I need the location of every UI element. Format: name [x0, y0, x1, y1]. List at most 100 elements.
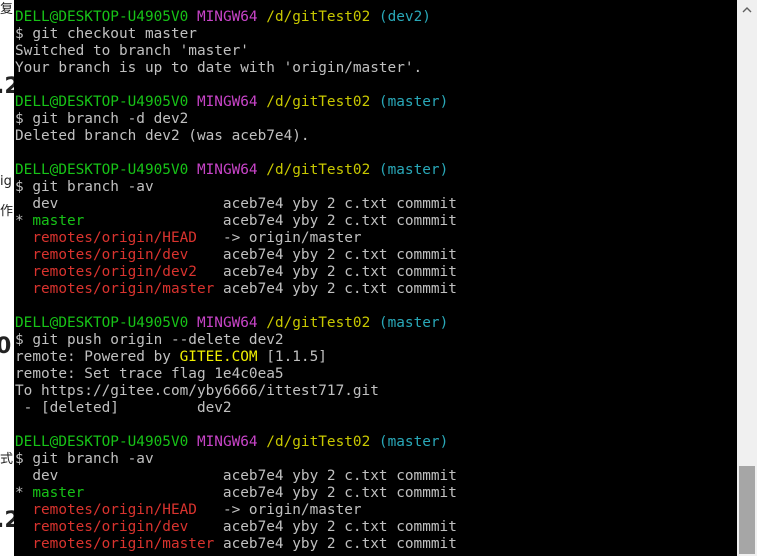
terminal-line: remote: Powered by GITEE.COM [1.1.5]	[15, 349, 737, 366]
terminal-text-segment: (master)	[378, 315, 449, 331]
terminal-text-segment: aceb7e4 yby 2 c.txt commmit	[188, 247, 457, 263]
terminal-line: Switched to branch 'master'	[15, 43, 737, 60]
terminal-text-segment: DELL@DESKTOP-U4905V0	[15, 162, 189, 178]
terminal-line: $ git branch -av	[15, 451, 737, 468]
terminal-line: - [deleted] dev2	[15, 400, 737, 417]
vertical-scrollbar[interactable]	[737, 0, 757, 556]
terminal-line: remotes/origin/master aceb7e4 yby 2 c.tx…	[15, 536, 737, 553]
terminal-line: remotes/origin/HEAD -> origin/master	[15, 502, 737, 519]
terminal-text-segment: /d/gitTest02	[266, 9, 371, 25]
terminal-text-segment: MINGW64	[196, 94, 258, 110]
terminal-line: $ git push origin --delete dev2	[15, 332, 737, 349]
bg-fragment: .2	[0, 74, 14, 99]
terminal-line: dev aceb7e4 yby 2 c.txt commmit	[15, 468, 737, 485]
terminal-line: remotes/origin/dev aceb7e4 yby 2 c.txt c…	[15, 247, 737, 264]
terminal-text-segment: *	[15, 213, 33, 229]
terminal-text-segment: (dev2)	[378, 9, 431, 25]
terminal-text-segment: (master)	[378, 162, 449, 178]
terminal-text-segment: [1.1.5]	[257, 349, 327, 365]
terminal-text-segment: dev aceb7e4 yby 2 c.txt commmit	[15, 196, 457, 212]
terminal-text-segment: MINGW64	[196, 315, 258, 331]
terminal-line: DELL@DESKTOP-U4905V0 MINGW64 /d/gitTest0…	[15, 162, 737, 179]
bg-fragment: 0	[0, 334, 12, 359]
terminal-text-segment: $ git branch -av	[15, 179, 154, 195]
terminal-line: DELL@DESKTOP-U4905V0 MINGW64 /d/gitTest0…	[15, 9, 737, 26]
terminal-text-segment: remotes/origin/HEAD	[32, 230, 197, 246]
terminal-line: remotes/origin/HEAD -> origin/master	[15, 230, 737, 247]
bg-fragment: 式	[0, 452, 14, 467]
scroll-thumb[interactable]	[739, 466, 755, 554]
terminal-text-segment: remotes/origin/dev	[32, 247, 189, 263]
terminal-line: DELL@DESKTOP-U4905V0 MINGW64 /d/gitTest0…	[15, 315, 737, 332]
terminal-line: remote: Set trace flag 1e4c0ea5	[15, 366, 737, 383]
terminal-text-segment: -> origin/master	[196, 230, 362, 246]
terminal-text-segment: MINGW64	[196, 162, 258, 178]
terminal-text-segment: /d/gitTest02	[266, 162, 371, 178]
terminal-text-segment: aceb7e4 yby 2 c.txt commmit	[196, 264, 457, 280]
terminal-text-segment: To https://gitee.com/yby6666/ittest717.g…	[15, 383, 379, 399]
terminal-text-segment: master	[32, 485, 85, 501]
terminal-text-segment: GITEE.COM	[179, 349, 258, 365]
terminal-text-segment: /d/gitTest02	[266, 315, 371, 331]
terminal-text-segment: dev aceb7e4 yby 2 c.txt commmit	[15, 468, 457, 484]
terminal-text-segment: aceb7e4 yby 2 c.txt commmit	[84, 485, 457, 501]
terminal-text-segment: master	[32, 213, 85, 229]
terminal-line: remotes/origin/dev aceb7e4 yby 2 c.txt c…	[15, 519, 737, 536]
bg-fragment: .2	[0, 508, 14, 533]
terminal-text-segment: Your branch is up to date with 'origin/m…	[15, 60, 423, 76]
terminal-text-segment: DELL@DESKTOP-U4905V0	[15, 434, 189, 450]
terminal-text-segment: *	[15, 485, 33, 501]
terminal-text-segment: MINGW64	[196, 9, 258, 25]
terminal-text-segment: remotes/origin/master	[32, 536, 215, 552]
terminal-output[interactable]: DELL@DESKTOP-U4905V0 MINGW64 /d/gitTest0…	[15, 9, 737, 553]
terminal-text-segment: remotes/origin/HEAD	[32, 502, 197, 518]
terminal-text-segment: remotes/origin/dev	[32, 519, 189, 535]
background-window: 复 .2 ig 作 0 式 .2	[0, 0, 14, 556]
terminal-text-segment: (master)	[378, 94, 449, 110]
terminal-line: $ git branch -av	[15, 179, 737, 196]
terminal-text-segment: $ git checkout master	[15, 26, 197, 42]
terminal-text-segment: -> origin/master	[196, 502, 362, 518]
terminal-text-segment: $ git branch -av	[15, 451, 154, 467]
terminal-text-segment: Switched to branch 'master'	[15, 43, 249, 59]
terminal-text-segment: - [deleted] dev2	[15, 400, 232, 416]
terminal-line: Deleted branch dev2 (was aceb7e4).	[15, 128, 737, 145]
terminal-text-segment: remote: Powered by	[15, 349, 180, 365]
terminal-line: DELL@DESKTOP-U4905V0 MINGW64 /d/gitTest0…	[15, 94, 737, 111]
terminal-text-segment: $ git push origin --delete dev2	[15, 332, 284, 348]
terminal-text-segment: Deleted branch dev2 (was aceb7e4).	[15, 128, 310, 144]
terminal-text-segment: DELL@DESKTOP-U4905V0	[15, 94, 189, 110]
scroll-up-button[interactable]	[737, 0, 757, 20]
terminal-text-segment: DELL@DESKTOP-U4905V0	[15, 315, 189, 331]
terminal-window[interactable]: DELL@DESKTOP-U4905V0 MINGW64 /d/gitTest0…	[14, 0, 737, 556]
terminal-line: remotes/origin/master aceb7e4 yby 2 c.tx…	[15, 281, 737, 298]
terminal-line: * master aceb7e4 yby 2 c.txt commmit	[15, 485, 737, 502]
terminal-text-segment: aceb7e4 yby 2 c.txt commmit	[188, 519, 457, 535]
bg-fragment: 复	[0, 2, 14, 17]
terminal-text-segment: aceb7e4 yby 2 c.txt commmit	[84, 213, 457, 229]
chevron-up-icon	[742, 7, 752, 13]
terminal-line: $ git branch -d dev2	[15, 111, 737, 128]
terminal-text-segment: (master)	[378, 434, 449, 450]
